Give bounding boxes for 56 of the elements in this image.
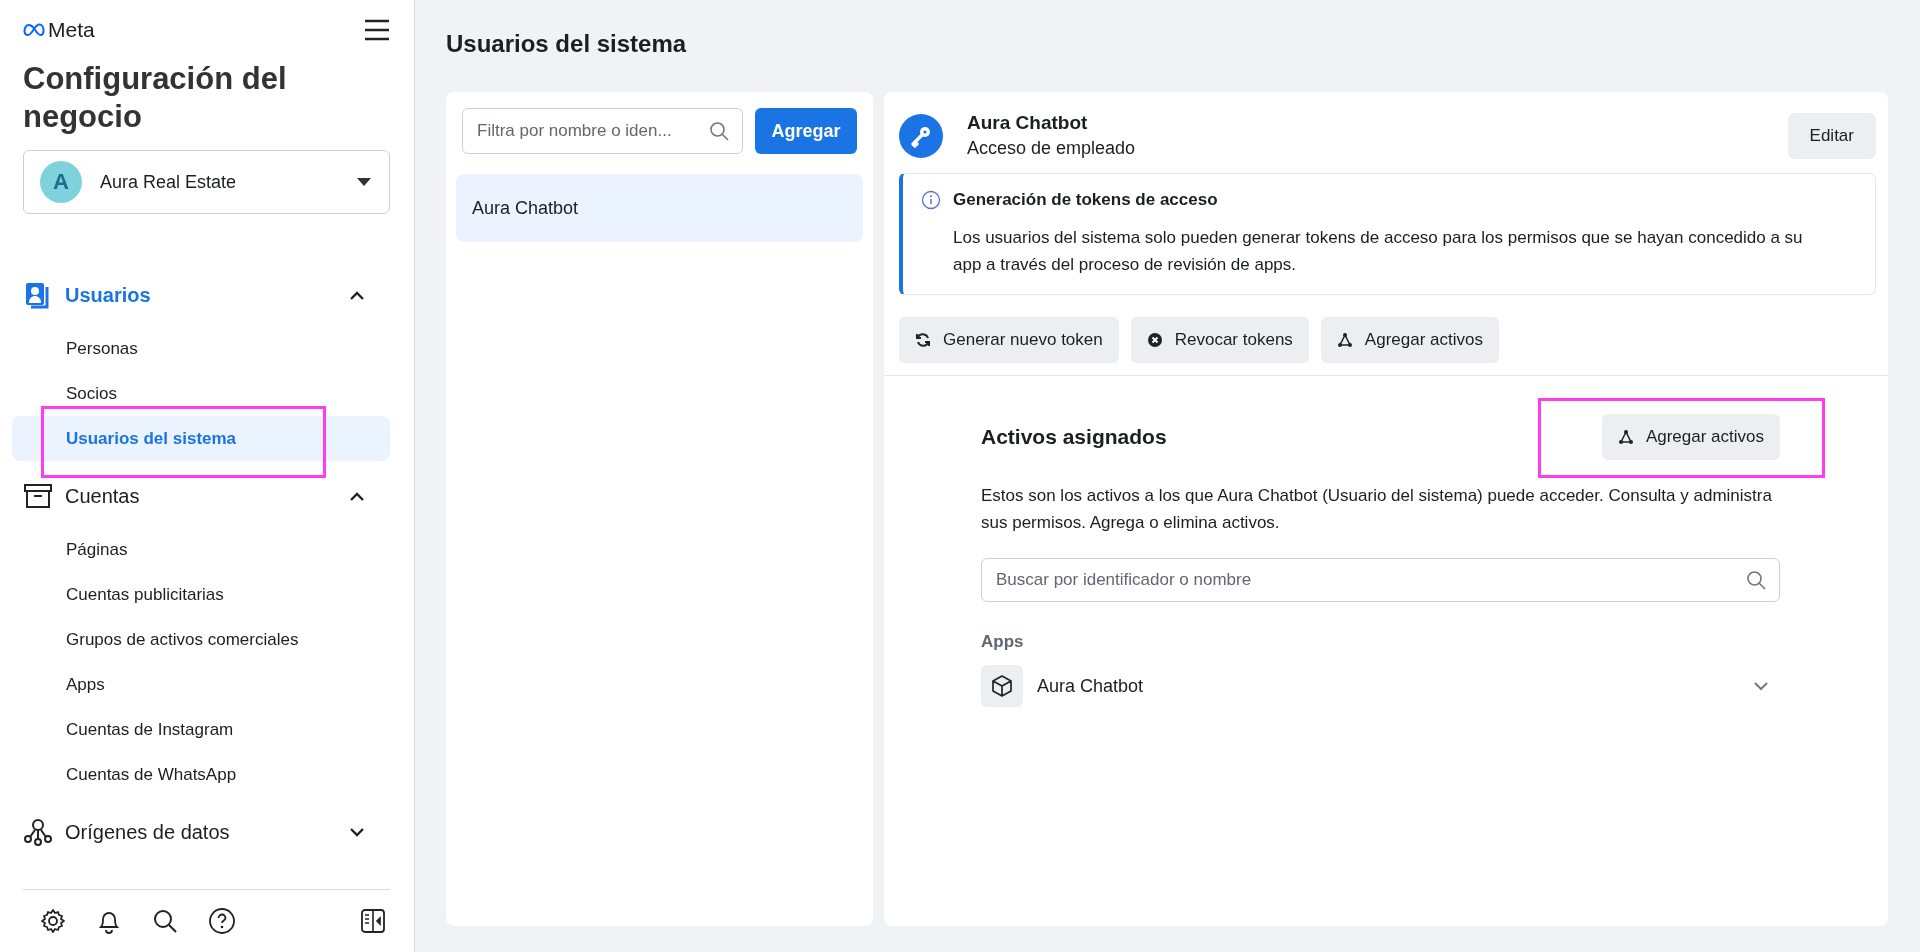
nodes-triangle-icon xyxy=(1336,332,1353,348)
nav-section[interactable]: Cuentas xyxy=(12,473,390,519)
key-avatar-icon xyxy=(899,113,943,158)
page-title: Usuarios del sistema xyxy=(446,30,688,58)
asset-group-title: Apps xyxy=(981,632,1025,652)
edit-button[interactable]: Editar xyxy=(1787,112,1876,159)
nav-section[interactable]: Orígenes de datos xyxy=(12,809,390,855)
chevron-down-icon xyxy=(350,827,364,837)
search-icon xyxy=(1746,570,1766,590)
action-button[interactable]: Generar nuevo token xyxy=(899,317,1119,363)
filter-field[interactable]: Filtra por nombre o iden... xyxy=(462,108,743,154)
dropdown-caret-icon xyxy=(357,178,371,186)
nav-item[interactable]: Apps xyxy=(12,662,390,707)
system-user-name: Aura Chatbot xyxy=(967,112,1089,134)
network-nodes-icon xyxy=(23,817,53,847)
asset-search-field[interactable]: Buscar por identificador o nombre xyxy=(981,558,1780,602)
settings-icon[interactable] xyxy=(40,908,66,934)
nav-item[interactable]: Cuentas de Instagram xyxy=(12,707,390,752)
assets-title: Activos asignados xyxy=(981,425,1167,449)
nav-item[interactable]: Grupos de activos comerciales xyxy=(12,617,390,662)
nav-item[interactable]: Personas xyxy=(12,326,390,371)
action-button[interactable]: Revocar tokens xyxy=(1130,317,1309,363)
info-icon xyxy=(921,190,941,210)
access-level: Acceso de empleado xyxy=(967,138,1137,159)
notice-text: Los usuarios del sistema solo pueden generar tokens de acceso para los permisos que se hayan concedido a su app a través del proceso de revisión de apps. xyxy=(953,227,1804,276)
account-dropdown[interactable]: A Aura Real Estate xyxy=(23,150,390,214)
asset-row[interactable]: Aura Chatbot xyxy=(981,664,1780,708)
nav-item[interactable]: Cuentas de WhatsApp xyxy=(12,752,390,797)
menu-icon[interactable] xyxy=(364,19,390,41)
assets-description: Estos son los activos a los que Aura Chatbot (Usuario del sistema) puede acceder. Consulta y administra sus permisos. Agrega o elimina activos. xyxy=(981,485,1773,534)
panel-toggle-icon[interactable] xyxy=(360,908,386,934)
nav-section[interactable]: Usuarios xyxy=(12,272,390,318)
help-icon[interactable] xyxy=(208,907,236,935)
infinity-logo-icon xyxy=(23,23,45,37)
sidebar-title: Configuración del negocio xyxy=(23,60,288,136)
user-list-item[interactable]: Aura Chatbot xyxy=(456,174,863,242)
search-icon xyxy=(709,121,729,141)
meta-logo[interactable]: Meta xyxy=(23,18,95,42)
account-avatar: A xyxy=(40,161,82,203)
nav-item[interactable]: Usuarios del sistema xyxy=(12,416,390,461)
add-assets-button[interactable]: Agregar activos xyxy=(1601,414,1780,460)
nav-item[interactable]: Socios xyxy=(12,371,390,416)
chevron-up-icon xyxy=(350,491,364,501)
notice-title: Generación de tokens de acceso xyxy=(953,190,1218,210)
nav-item[interactable]: Cuentas publicitarias xyxy=(12,572,390,617)
cube-icon xyxy=(981,665,1023,707)
close-circle-icon xyxy=(1146,332,1163,348)
action-button[interactable]: Agregar activos xyxy=(1320,317,1499,363)
nav-item[interactable]: Páginas xyxy=(12,527,390,572)
add-button[interactable]: Agregar xyxy=(755,108,857,154)
archive-box-icon xyxy=(23,481,53,511)
refresh-icon xyxy=(915,332,931,348)
search-icon[interactable] xyxy=(152,908,178,934)
nodes-triangle-icon xyxy=(1617,429,1634,445)
chevron-down-icon xyxy=(1754,681,1768,691)
chevron-up-icon xyxy=(350,290,364,300)
